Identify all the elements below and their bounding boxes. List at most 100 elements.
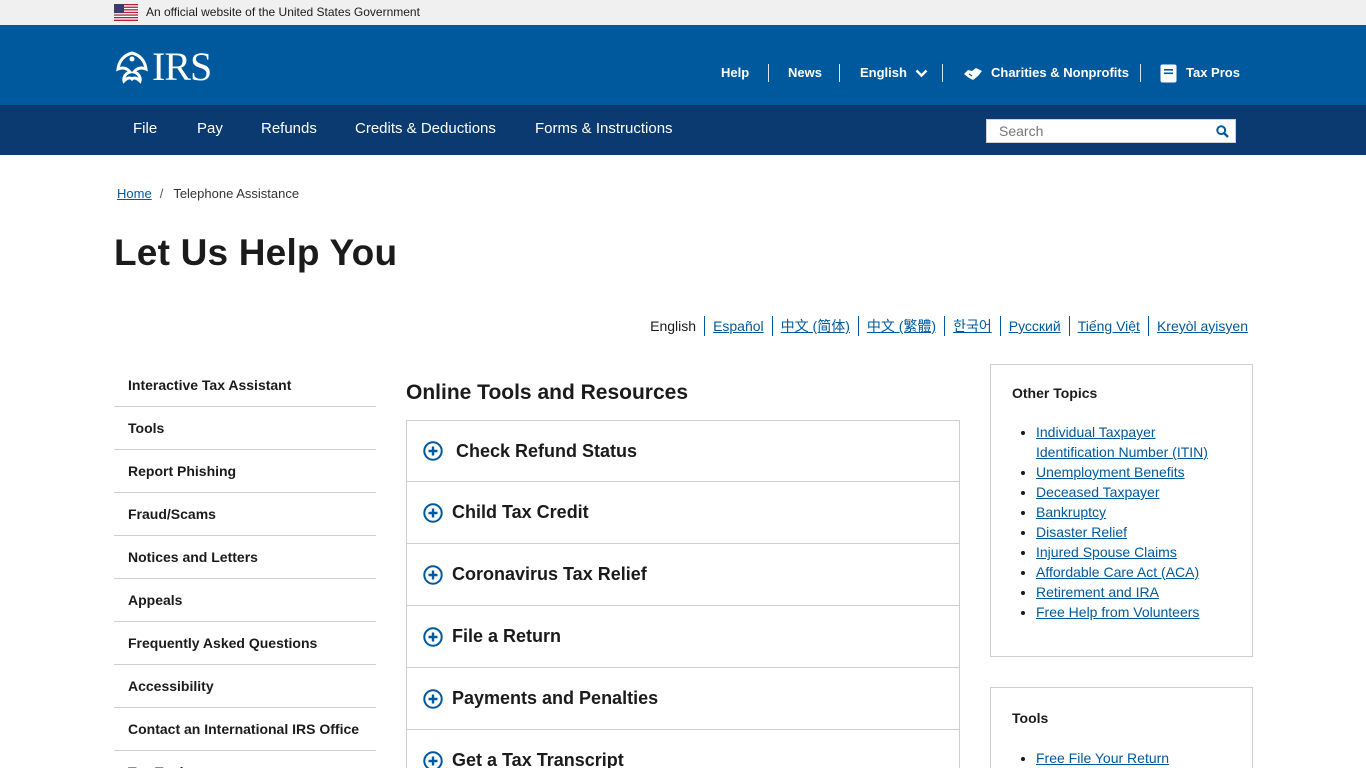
topic-link-bankruptcy[interactable]: Bankruptcy (1036, 504, 1106, 520)
nav-refunds[interactable]: Refunds (261, 105, 317, 155)
topic-link-itin[interactable]: Individual Taxpayer Identification Numbe… (1036, 424, 1208, 460)
accordion-label: Payments and Penalties (452, 688, 659, 708)
tools-list: Free File Your Return (1012, 748, 1232, 768)
breadcrumb-separator: / (159, 186, 164, 201)
book-icon (1160, 64, 1177, 82)
nav-file[interactable]: File (133, 105, 157, 155)
accordion-tax-transcript[interactable]: Get a Tax Transcript (406, 730, 960, 768)
sidebar-item-tools[interactable]: Tools (114, 407, 376, 450)
sidebar-item-interactive-tax-assistant[interactable]: Interactive Tax Assistant (114, 364, 376, 407)
topic-link-aca[interactable]: Affordable Care Act (ACA) (1036, 564, 1199, 580)
lang-chinese-traditional[interactable]: 中文 (繁體) (857, 316, 944, 336)
site-header: IRS Help News English Charities & Nonpro… (0, 25, 1366, 105)
list-item: Deceased Taxpayer (1036, 482, 1232, 502)
language-selector[interactable]: English (860, 62, 928, 84)
accordion-label: Check Refund Status (456, 440, 638, 461)
list-item: Injured Spouse Claims (1036, 542, 1232, 562)
accordion: Check Refund Status Child Tax Credit Cor… (406, 420, 960, 768)
tax-pros-label: Tax Pros (1186, 65, 1240, 80)
topic-link-free-help[interactable]: Free Help from Volunteers (1036, 604, 1199, 620)
topic-link-injured-spouse[interactable]: Injured Spouse Claims (1036, 544, 1177, 560)
tools-box: Tools Free File Your Return (990, 687, 1253, 768)
accordion-child-tax-credit[interactable]: Child Tax Credit (406, 482, 960, 544)
lang-haitian-creole[interactable]: Kreyòl ayisyen (1147, 316, 1248, 336)
topic-link-disaster-relief[interactable]: Disaster Relief (1036, 524, 1127, 540)
main-nav: File Pay Refunds Credits & Deductions Fo… (0, 105, 1366, 155)
divider (1140, 64, 1141, 82)
topic-link-unemployment[interactable]: Unemployment Benefits (1036, 464, 1185, 480)
section-title: Online Tools and Resources (406, 381, 689, 404)
gov-banner-text: An official website of the United States… (146, 5, 420, 19)
accordion-coronavirus-tax-relief[interactable]: Coronavirus Tax Relief (406, 544, 960, 606)
lang-korean[interactable]: 한국어 (944, 316, 1000, 336)
divider (768, 64, 769, 82)
page-title: Let Us Help You (114, 232, 398, 273)
lang-spanish[interactable]: Español (704, 316, 772, 336)
help-link[interactable]: Help (721, 62, 749, 84)
other-topics-box: Other Topics Individual Taxpayer Identif… (990, 364, 1253, 657)
language-label: English (860, 65, 907, 80)
list-item: Affordable Care Act (ACA) (1036, 562, 1232, 582)
breadcrumb: Home / Telephone Assistance (117, 186, 299, 201)
gov-banner: An official website of the United States… (0, 0, 1366, 25)
topic-link-retirement-ira[interactable]: Retirement and IRA (1036, 584, 1159, 600)
sidebar-item-report-phishing[interactable]: Report Phishing (114, 450, 376, 493)
accordion-label: Child Tax Credit (452, 502, 589, 522)
list-item: Unemployment Benefits (1036, 462, 1232, 482)
news-link[interactable]: News (788, 62, 822, 84)
search-box (986, 119, 1236, 143)
list-item: Disaster Relief (1036, 522, 1232, 542)
handshake-icon (964, 68, 982, 80)
accordion-file-a-return[interactable]: File a Return (406, 606, 960, 668)
tool-link-free-file[interactable]: Free File Your Return (1036, 750, 1169, 766)
utility-nav: Help News English Charities & Nonprofits (0, 62, 1366, 84)
other-topics-title: Other Topics (1012, 385, 1098, 401)
charities-label: Charities & Nonprofits (991, 65, 1129, 80)
accordion-label: File a Return (452, 626, 562, 646)
accordion-check-refund-status[interactable]: Check Refund Status (406, 420, 960, 482)
us-flag-icon (114, 4, 138, 21)
plus-circle-icon (423, 750, 443, 768)
sidebar-item-accessibility[interactable]: Accessibility (114, 665, 376, 708)
accordion-label: Coronavirus Tax Relief (452, 564, 647, 584)
plus-circle-icon (423, 688, 443, 709)
sidebar-item-fraud-scams[interactable]: Fraud/Scams (114, 493, 376, 536)
list-item: Bankruptcy (1036, 502, 1232, 522)
sidebar-item-appeals[interactable]: Appeals (114, 579, 376, 622)
sidebar-item-faq[interactable]: Frequently Asked Questions (114, 622, 376, 665)
charities-link[interactable]: Charities & Nonprofits (963, 62, 1129, 84)
nav-pay[interactable]: Pay (197, 105, 223, 155)
list-item: Individual Taxpayer Identification Numbe… (1036, 422, 1232, 462)
lang-russian[interactable]: Русский (999, 316, 1069, 336)
topic-link-deceased-taxpayer[interactable]: Deceased Taxpayer (1036, 484, 1159, 500)
sidebar-item-notices-letters[interactable]: Notices and Letters (114, 536, 376, 579)
lang-english: English (650, 318, 697, 334)
list-item: Free Help from Volunteers (1036, 602, 1232, 622)
chevron-down-icon (915, 69, 928, 77)
divider (942, 64, 943, 82)
sidebar-item-international-office[interactable]: Contact an International IRS Office (114, 708, 376, 751)
breadcrumb-current: Telephone Assistance (173, 186, 300, 201)
search-icon (1215, 124, 1229, 138)
plus-circle-icon (423, 441, 443, 461)
list-item: Free File Your Return (1036, 748, 1232, 768)
sidebar-nav: Interactive Tax Assistant Tools Report P… (114, 364, 376, 768)
plus-circle-icon (423, 502, 443, 523)
plus-circle-icon (423, 626, 443, 647)
nav-forms-instructions[interactable]: Forms & Instructions (535, 105, 673, 155)
accordion-label: Get a Tax Transcript (452, 750, 624, 768)
lang-chinese-simplified[interactable]: 中文 (简体) (771, 316, 858, 336)
nav-credits-deductions[interactable]: Credits & Deductions (355, 105, 496, 155)
accordion-payments-penalties[interactable]: Payments and Penalties (406, 668, 960, 730)
lang-vietnamese[interactable]: Tiếng Việt (1068, 316, 1148, 336)
list-item: Retirement and IRA (1036, 582, 1232, 602)
search-button[interactable] (1213, 122, 1231, 140)
divider (839, 64, 840, 82)
plus-circle-icon (423, 564, 443, 585)
language-bar: English Español 中文 (简体) 中文 (繁體) 한국어 Русс… (642, 316, 1248, 336)
tools-title: Tools (1012, 710, 1049, 726)
tax-pros-link[interactable]: Tax Pros (1160, 62, 1240, 84)
sidebar-item-tax-tools[interactable]: Tax Tools (114, 751, 376, 768)
breadcrumb-home[interactable]: Home (117, 186, 152, 201)
search-input[interactable] (987, 120, 1207, 142)
